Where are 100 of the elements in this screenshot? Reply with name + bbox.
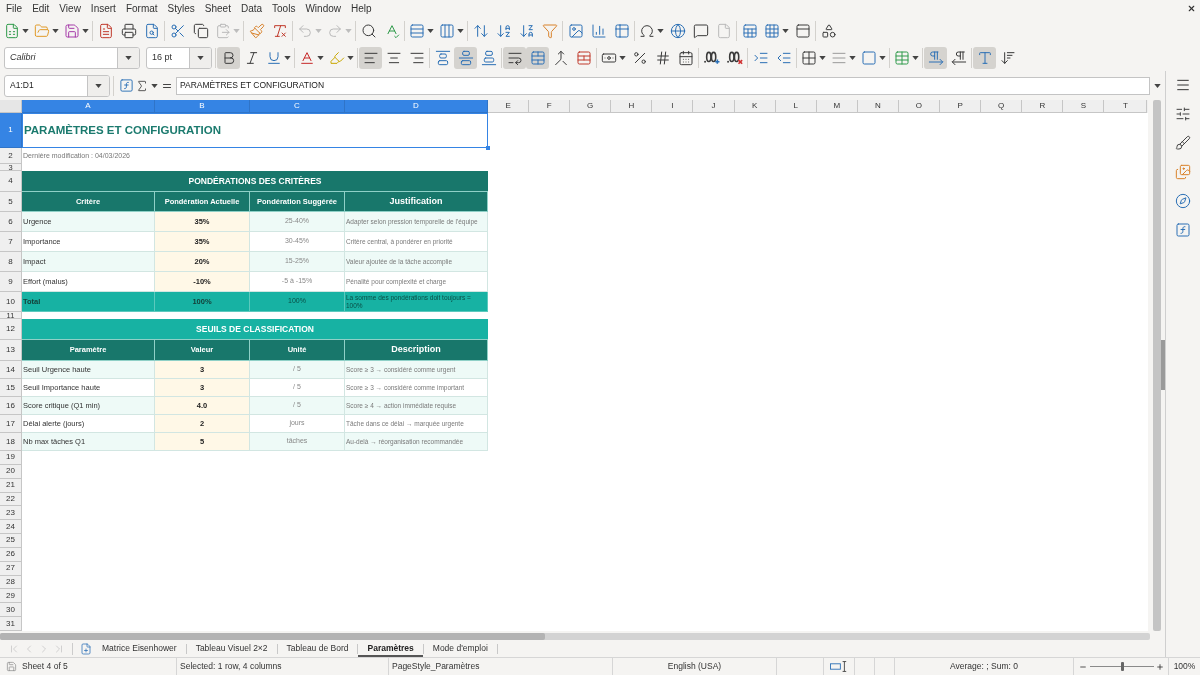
row-header[interactable]: 16 — [0, 397, 22, 415]
row-header[interactable]: 15 — [0, 379, 22, 397]
column-header[interactable]: K — [734, 100, 776, 113]
font-name-field[interactable]: Calibri — [4, 46, 140, 69]
column-header[interactable]: O — [898, 100, 941, 113]
images-icon[interactable] — [1175, 164, 1191, 180]
row-header[interactable]: 12 — [0, 319, 22, 340]
row-header[interactable]: 29 — [0, 589, 22, 604]
menu-item[interactable]: Sheet — [199, 0, 236, 17]
menu-item[interactable]: Format — [120, 0, 163, 17]
handle-icon[interactable] — [486, 146, 490, 150]
row-header[interactable]: 31 — [0, 617, 22, 631]
row-header[interactable]: 2 — [0, 148, 22, 164]
column-header[interactable]: D — [345, 100, 488, 113]
caret-icon[interactable] — [151, 83, 158, 88]
menu-item[interactable]: Insert — [85, 0, 121, 17]
caret-icon[interactable] — [618, 55, 626, 60]
caret-icon[interactable] — [781, 28, 789, 33]
sliders-icon[interactable] — [1175, 106, 1191, 122]
sheet-tab[interactable]: Paramètres — [358, 641, 423, 657]
menu-icon[interactable] — [1175, 77, 1191, 93]
row-header[interactable]: 30 — [0, 603, 22, 618]
bold-button[interactable] — [217, 46, 240, 69]
sheet-tab[interactable]: Tableau Visuel 2×2 — [186, 641, 277, 657]
menu-item[interactable]: Data — [235, 0, 268, 17]
column-header[interactable]: L — [775, 100, 817, 113]
zoom-level[interactable]: 100% — [1173, 660, 1196, 673]
column-header[interactable]: A — [22, 100, 155, 113]
row-header[interactable]: 1 — [0, 113, 22, 148]
caret-icon[interactable] — [911, 55, 919, 60]
merge-center-button[interactable] — [526, 46, 549, 69]
font-size-field[interactable]: 16 pt — [146, 46, 212, 69]
caret-icon[interactable] — [197, 55, 204, 60]
close-icon[interactable] — [1187, 4, 1196, 13]
column-header[interactable]: I — [652, 100, 694, 113]
column-header[interactable]: P — [940, 100, 982, 113]
row-header[interactable]: 10 — [0, 292, 22, 312]
row-header[interactable]: 13 — [0, 340, 22, 361]
column-header[interactable]: N — [857, 100, 899, 113]
text-horizontal-button[interactable] — [973, 46, 996, 69]
zoom-in-icon[interactable] — [1156, 662, 1164, 671]
caret-icon[interactable] — [346, 55, 354, 60]
caret-icon[interactable] — [818, 55, 826, 60]
menu-item[interactable]: Styles — [162, 0, 200, 17]
column-header[interactable]: B — [155, 100, 250, 113]
caret-icon[interactable] — [426, 28, 434, 33]
row-header[interactable]: 14 — [0, 361, 22, 379]
row-header[interactable]: 5 — [0, 192, 22, 212]
selection-mode-icon[interactable] — [830, 661, 848, 672]
sheet-tab[interactable]: Mode d'emploi — [423, 641, 497, 657]
menu-item[interactable]: Window — [300, 0, 346, 17]
caret-icon[interactable] — [848, 55, 856, 60]
menu-item[interactable]: Help — [346, 0, 377, 17]
caret-icon[interactable] — [1154, 83, 1161, 88]
column-header[interactable]: R — [1022, 100, 1064, 113]
add-sheet-button[interactable] — [79, 642, 93, 656]
column-header[interactable]: S — [1063, 100, 1105, 113]
column-header[interactable]: E — [488, 100, 530, 113]
column-header[interactable]: G — [570, 100, 612, 113]
caret-icon[interactable] — [456, 28, 464, 33]
row-header[interactable]: 7 — [0, 232, 22, 252]
row-header[interactable]: 18 — [0, 433, 22, 451]
wrap-text-button[interactable] — [503, 46, 526, 69]
compass-icon[interactable] — [1175, 193, 1191, 209]
vertical-scrollbar[interactable] — [1152, 100, 1161, 631]
column-header[interactable]: F — [529, 100, 571, 113]
caret-icon[interactable] — [656, 28, 664, 33]
row-header[interactable]: 19 — [0, 451, 22, 465]
slider-thumb[interactable] — [1120, 662, 1124, 671]
row-header[interactable]: 6 — [0, 212, 22, 232]
caret-icon[interactable] — [316, 55, 324, 60]
column-header[interactable]: M — [816, 100, 858, 113]
center-vertically-button[interactable] — [454, 46, 477, 69]
sheet-tab[interactable]: Matrice Eisenhower — [93, 641, 186, 657]
zoom-slider[interactable] — [1090, 662, 1154, 671]
align-left-button[interactable] — [359, 46, 382, 69]
sheet-tab[interactable]: Tableau de Bord — [277, 641, 358, 657]
column-header[interactable]: H — [611, 100, 653, 113]
menu-item[interactable]: Edit — [27, 0, 55, 17]
brush-icon[interactable] — [1175, 135, 1191, 151]
caret-icon[interactable] — [81, 28, 89, 33]
row-header[interactable]: 24 — [0, 520, 22, 535]
column-header[interactable]: C — [250, 100, 345, 113]
caret-icon[interactable] — [878, 55, 886, 60]
scroll-thumb[interactable] — [0, 632, 545, 640]
resize-handle[interactable] — [1161, 340, 1165, 390]
caret-icon[interactable] — [95, 83, 102, 88]
name-box[interactable]: A1:D1 — [4, 74, 110, 97]
row-header[interactable]: 4 — [0, 171, 22, 192]
row-header[interactable]: 23 — [0, 506, 22, 521]
caret-icon[interactable] — [21, 28, 29, 33]
menu-item[interactable]: Tools — [267, 0, 301, 17]
function-icon[interactable] — [1175, 222, 1191, 238]
left-to-right-button[interactable] — [924, 46, 947, 69]
save-icon[interactable] — [6, 661, 17, 672]
row-header[interactable]: 9 — [0, 272, 22, 292]
column-header[interactable]: J — [693, 100, 735, 113]
horizontal-scrollbar[interactable] — [0, 632, 1150, 640]
function-wizard-icon[interactable] — [119, 78, 134, 93]
column-header[interactable]: T — [1104, 100, 1148, 113]
